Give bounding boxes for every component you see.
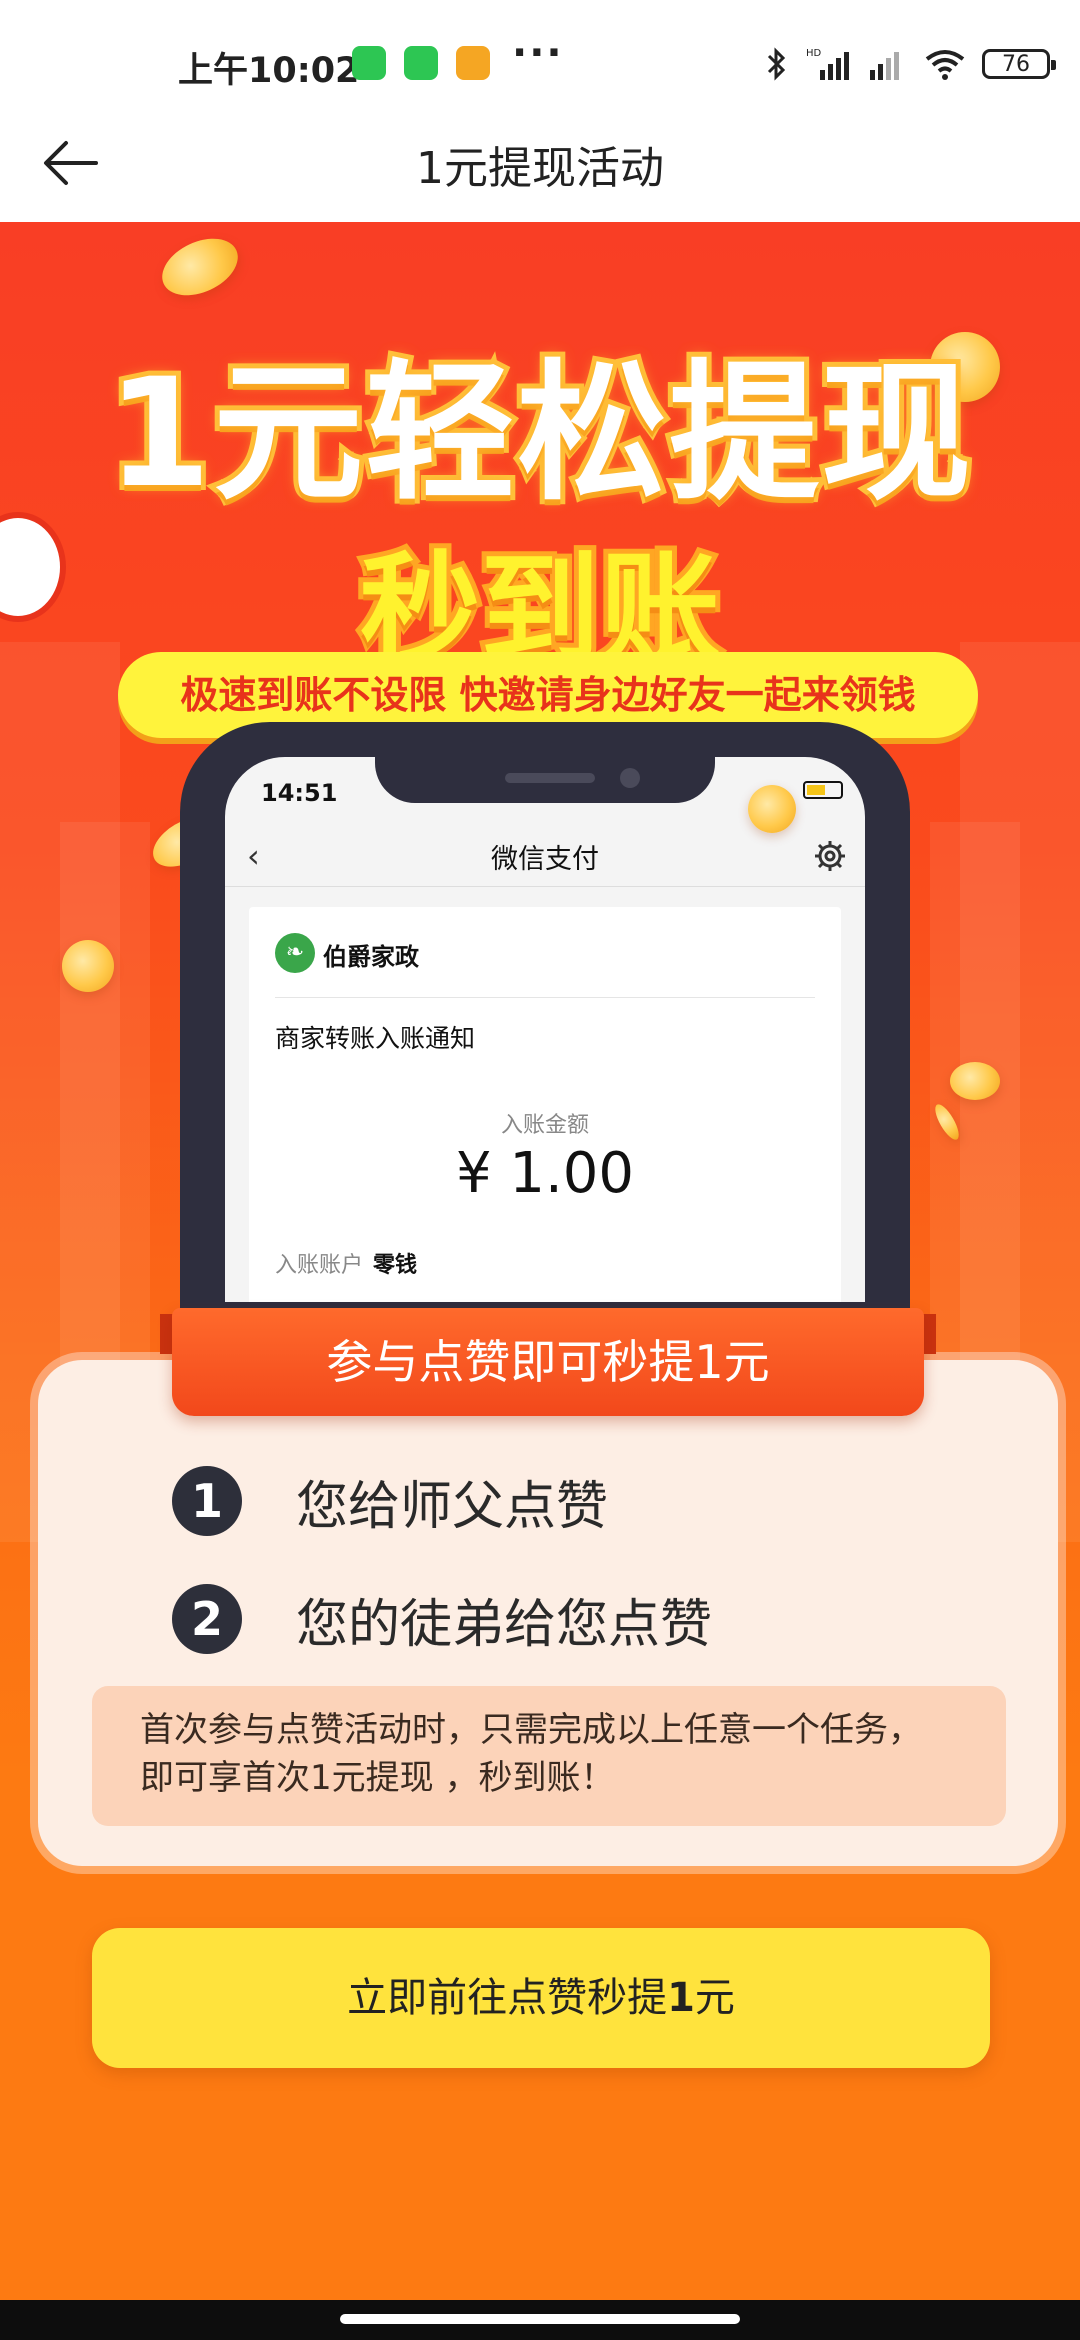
task-ribbon: 参与点赞即可秒提1元 [172,1308,924,1416]
mock-battery-fill [807,785,825,795]
mock-amount: ¥ 1.00 [455,1141,635,1206]
mock-battery-icon [803,781,843,799]
phone-screen: 14:51 ‹ 微信支付 ❧ 伯爵家政 商家转账入账通知 入账金额 ¥ 1.00… [225,757,865,1302]
task-number: 2 [172,1584,242,1654]
status-right: HD 76 [764,44,1056,84]
mock-gear-icon [815,841,845,871]
task-note-line: 首次参与点赞活动时，只需完成以上任意一个任务， [140,1710,922,1750]
task-text: 您给师父点赞 [296,1476,609,1537]
task-note-line: 即可享首次1元提现 ，秒到账！ [140,1758,615,1798]
divider [275,997,815,998]
home-indicator[interactable] [340,2314,740,2324]
wechat-icon [352,46,386,80]
mock-nav-title: 微信支付 [491,844,599,875]
bluetooth-icon [767,47,786,81]
mock-nav: ‹ 微信支付 [225,827,865,887]
cta-label-amount: 1 [667,1975,695,2021]
task-number: 1 [172,1466,242,1536]
mock-account-value: 零钱 [373,1253,418,1278]
signal-icon [870,52,899,80]
mock-notice-title: 商家转账入账通知 [275,1024,476,1053]
page-title: 1元提现活动 [416,143,664,194]
svg-text:HD: HD [806,48,822,59]
mock-amount-label: 入账金额 [500,1113,589,1138]
coin-decoration [153,227,247,307]
task-item: 1 您给师父点赞 [172,1466,609,1537]
brand-logo-icon: ❧ [275,933,315,973]
nav-bar: 1元提现活动 [0,110,1080,222]
status-time: 上午10:02 [178,51,360,91]
notch-camera [620,768,640,788]
wifi-icon [925,50,965,80]
task-item: 2 您的徒弟给您点赞 [172,1584,713,1655]
battery-level: 76 [1002,51,1030,77]
cta-label-suffix: 元 [694,1975,735,2021]
mock-transfer-card: ❧ 伯爵家政 商家转账入账通知 入账金额 ¥ 1.00 入账账户 零钱 [249,907,841,1302]
headline: 1元轻松提现 [102,342,976,526]
gesture-bar [0,2300,1080,2340]
mock-brand-name: 伯爵家政 [323,943,419,971]
coin-decoration [748,785,796,833]
coin-decoration [950,1062,1000,1100]
notch-speaker [505,773,595,783]
mock-status-time: 14:51 [261,779,338,807]
coin-decoration [62,940,114,992]
task-text: 您的徒弟给您点赞 [296,1594,713,1655]
message-app-icon [456,46,490,80]
cta-label-prefix: 立即前往点赞秒提 [347,1975,668,2021]
phone-notch [375,757,715,803]
status-bar: 上午10:02 ··· HD 76 [0,0,1080,110]
more-notifications-icon: ··· [512,30,564,76]
wechat-icon [404,46,438,80]
mock-account-label: 入账账户 [275,1253,364,1278]
signal-hd-icon: HD [806,48,849,80]
task-note: 首次参与点赞活动时，只需完成以上任意一个任务， 即可享首次1元提现 ，秒到账！ [92,1686,1006,1826]
battery-indicator: 76 [982,49,1056,79]
cta-button[interactable]: 立即前往点赞秒提1元 [92,1928,990,2068]
